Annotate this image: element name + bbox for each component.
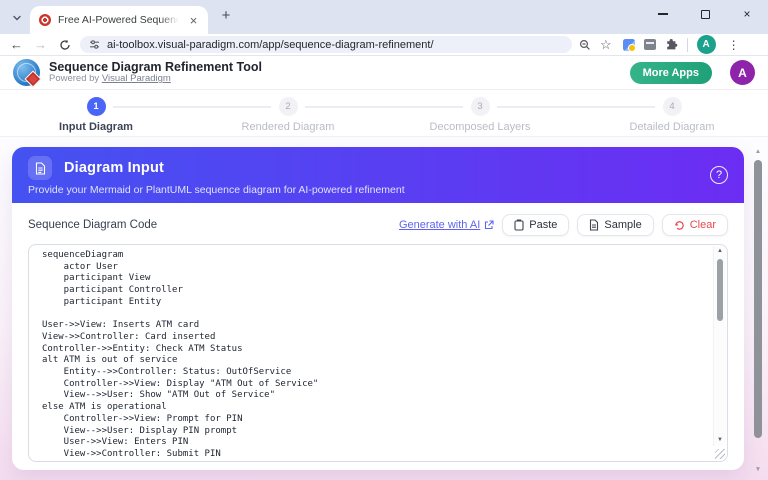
tab-search-chevron-icon[interactable] [6, 7, 28, 29]
new-tab-button[interactable]: + [215, 6, 237, 28]
scroll-up-icon[interactable]: ▲ [714, 246, 726, 257]
omnibox-actions: ☆ [579, 38, 612, 51]
step-number-badge: 4 [662, 97, 682, 116]
toolbar-divider [686, 37, 688, 52]
extension-icon[interactable] [643, 39, 656, 50]
extensions-puzzle-icon[interactable] [665, 38, 678, 51]
step-rendered-diagram[interactable]: 2 Rendered Diagram [113, 90, 384, 136]
panel-subtitle: Provide your Mermaid or PlantUML sequenc… [28, 184, 405, 196]
address-bar[interactable]: ai-toolbox.visual-paradigm.com/app/seque… [80, 36, 572, 53]
window-maximize-button[interactable] [684, 0, 726, 28]
clipboard-icon [514, 219, 524, 231]
browser-tab-strip: Free AI-Powered Sequence Dia × + × [0, 0, 768, 34]
document-icon [28, 156, 52, 180]
browser-window: Free AI-Powered Sequence Dia × + × ← → a… [0, 0, 768, 480]
panel-title: Diagram Input [64, 160, 165, 176]
url-text: ai-toolbox.visual-paradigm.com/app/seque… [107, 38, 434, 51]
bookmark-star-icon[interactable]: ☆ [600, 38, 612, 51]
external-link-icon [485, 220, 494, 230]
generate-with-ai-label: Generate with AI [398, 219, 481, 231]
extension-icon[interactable] [622, 38, 636, 52]
tab-favicon-icon [39, 14, 51, 26]
extensions-area: A ⋮ [622, 35, 743, 54]
app-header: Sequence Diagram Refinement Tool Powered… [0, 56, 768, 90]
panel-header: Diagram Input Provide your Mermaid or Pl… [12, 147, 744, 203]
zoom-icon[interactable] [579, 39, 591, 51]
window-controls: × [642, 0, 768, 28]
code-editor-text[interactable]: sequenceDiagram actor User participant V… [29, 245, 711, 461]
clear-button[interactable]: Clear [661, 214, 728, 236]
step-decomposed-layers[interactable]: 3 Decomposed Layers [305, 90, 576, 136]
progress-stepper: 1 Input Diagram 2 Rendered Diagram 3 Dec… [0, 90, 768, 137]
browser-profile-avatar[interactable]: A [696, 35, 716, 54]
paste-label: Paste [529, 219, 558, 231]
resize-handle[interactable] [715, 449, 725, 459]
site-settings-icon[interactable] [89, 39, 100, 50]
generate-with-ai-link[interactable]: Generate with AI [399, 219, 494, 231]
window-close-button[interactable]: × [726, 0, 768, 28]
step-label: Input Diagram [59, 121, 133, 133]
code-section-label: Sequence Diagram Code [28, 219, 158, 231]
app-title-block: Sequence Diagram Refinement Tool Powered… [49, 60, 262, 85]
help-icon[interactable]: ? [710, 166, 728, 184]
tab-title: Free AI-Powered Sequence Dia [58, 14, 179, 26]
reload-button[interactable] [56, 36, 73, 53]
step-label: Decomposed Layers [429, 121, 531, 133]
step-number-badge: 2 [278, 97, 298, 116]
step-detailed-diagram[interactable]: 4 Detailed Diagram [497, 90, 768, 136]
minimize-icon [658, 13, 668, 15]
user-avatar[interactable]: A [730, 60, 755, 85]
paste-button[interactable]: Paste [502, 214, 570, 236]
visual-paradigm-link[interactable]: Visual Paradigm [102, 73, 171, 84]
step-label: Detailed Diagram [629, 121, 715, 133]
main-content: Diagram Input Provide your Mermaid or Pl… [0, 137, 768, 480]
editor-toolbar: Sequence Diagram Code Generate with AI P… [12, 203, 744, 244]
step-number-badge: 1 [86, 97, 106, 116]
diagram-input-panel: Diagram Input Provide your Mermaid or Pl… [12, 147, 744, 470]
more-apps-button[interactable]: More Apps [629, 61, 712, 84]
sample-button[interactable]: Sample [577, 214, 654, 236]
step-input-diagram[interactable]: 1 Input Diagram [0, 90, 192, 136]
scroll-down-icon[interactable]: ▼ [714, 435, 726, 446]
tab-close-icon[interactable]: × [186, 13, 201, 28]
step-number-badge: 3 [470, 97, 490, 116]
editor-scrollbar-thumb[interactable] [717, 259, 723, 321]
browser-tab[interactable]: Free AI-Powered Sequence Dia × [30, 6, 208, 34]
visual-paradigm-logo [13, 59, 42, 88]
powered-by-prefix: Powered by [49, 73, 100, 85]
clear-label: Clear [689, 219, 716, 231]
browser-menu-icon[interactable]: ⋮ [725, 38, 743, 52]
forward-button[interactable]: → [32, 36, 49, 53]
clear-reset-icon [674, 220, 684, 230]
step-label: Rendered Diagram [241, 121, 335, 133]
page-scrollbar-thumb[interactable] [754, 160, 762, 438]
browser-toolbar: ← → ai-toolbox.visual-paradigm.com/app/s… [0, 34, 768, 56]
scroll-up-icon[interactable]: ▲ [753, 147, 763, 157]
sample-doc-icon [590, 219, 599, 231]
page-scrollbar[interactable]: ▲ ▼ [753, 147, 763, 475]
sample-label: Sample [604, 219, 642, 231]
code-editor[interactable]: sequenceDiagram actor User participant V… [28, 244, 728, 462]
window-minimize-button[interactable] [642, 0, 684, 28]
scroll-down-icon[interactable]: ▼ [753, 465, 763, 475]
back-button[interactable]: ← [8, 36, 25, 53]
page-title: Sequence Diagram Refinement Tool [49, 59, 263, 74]
editor-scrollbar[interactable]: ▲ ▼ [713, 246, 726, 446]
maximize-icon [700, 9, 710, 19]
powered-by-text: Powered by Visual Paradigm [49, 73, 262, 85]
